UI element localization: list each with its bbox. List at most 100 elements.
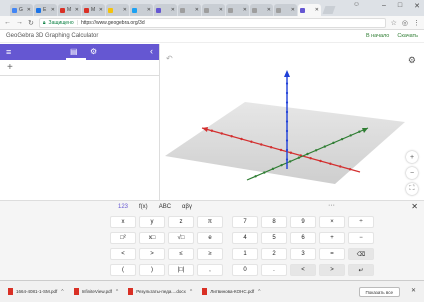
algebra-view-icon[interactable]: ▤ — [70, 47, 78, 56]
keyboard-key[interactable]: 6 — [290, 232, 316, 244]
keyboard-key[interactable]: ) — [139, 264, 165, 276]
chevron-up-icon[interactable]: ^ — [116, 289, 118, 295]
keyboard-tab-numbers[interactable]: 123 — [118, 204, 128, 210]
browser-tab[interactable]: M ✕ — [82, 4, 105, 16]
home-link[interactable]: В начало — [366, 33, 389, 39]
keyboard-key[interactable]: 1 — [232, 248, 258, 260]
extension-icon[interactable]: ◎ — [402, 19, 408, 27]
tab-close-icon[interactable]: ✕ — [243, 7, 247, 13]
keyboard-key[interactable]: z — [168, 216, 194, 228]
keyboard-key[interactable]: ( — [110, 264, 136, 276]
keyboard-key[interactable]: . — [261, 264, 287, 276]
keyboard-key[interactable]: ÷ — [348, 216, 374, 228]
chevron-up-icon[interactable]: ^ — [61, 289, 63, 295]
keyboard-key[interactable]: − — [348, 232, 374, 244]
tab-close-icon[interactable]: ✕ — [27, 7, 31, 13]
keyboard-key[interactable]: × — [319, 216, 345, 228]
download-item[interactable]: Литвинова-КОНС.pdf ^ — [202, 288, 260, 295]
tab-close-icon[interactable]: ✕ — [219, 7, 223, 13]
browser-tab[interactable]: ✕ — [202, 4, 225, 16]
keyboard-key[interactable]: e — [197, 232, 223, 244]
keyboard-key[interactable]: □² — [110, 232, 136, 244]
tab-close-icon[interactable]: ✕ — [147, 7, 151, 13]
keyboard-key[interactable]: x — [110, 216, 136, 228]
keyboard-key[interactable]: > — [319, 264, 345, 276]
show-all-downloads-button[interactable]: Показать все — [358, 287, 400, 297]
browser-tab[interactable]: ✕ — [298, 4, 321, 16]
browser-tab[interactable]: ✕ — [274, 4, 297, 16]
profile-icon[interactable]: ☺ — [353, 1, 360, 8]
zoom-in-button[interactable]: + — [406, 151, 418, 163]
keyboard-tab-greek[interactable]: αβγ — [182, 204, 192, 210]
keyboard-key[interactable]: > — [139, 248, 165, 260]
keyboard-key[interactable]: 4 — [232, 232, 258, 244]
tab-close-icon[interactable]: ✕ — [267, 7, 271, 13]
keyboard-tab-functions[interactable]: f(x) — [139, 204, 148, 210]
forward-arrow-icon[interactable]: → — [16, 19, 23, 26]
keyboard-key[interactable]: 5 — [261, 232, 287, 244]
3d-scene[interactable] — [160, 44, 424, 200]
keyboard-key[interactable]: 7 — [232, 216, 258, 228]
browser-tab[interactable]: ✕ — [130, 4, 153, 16]
browser-tab[interactable]: G ✕ — [10, 4, 33, 16]
keyboard-close-icon[interactable]: ✕ — [411, 202, 418, 211]
keyboard-key[interactable]: 9 — [290, 216, 316, 228]
back-arrow-icon[interactable]: ← — [4, 19, 11, 26]
browser-tab[interactable]: E ✕ — [34, 4, 57, 16]
maximize-button[interactable]: □ — [398, 2, 402, 10]
zoom-out-button[interactable]: − — [406, 167, 418, 179]
chrome-menu-icon[interactable]: ⋮ — [413, 19, 420, 27]
new-tab-button[interactable] — [322, 6, 336, 14]
browser-tab[interactable]: ✕ — [106, 4, 129, 16]
address-bar[interactable]: 🔒︎ Защищено | https://www.geogebra.org/3… — [38, 17, 386, 28]
algebra-input-row[interactable]: + — [0, 60, 159, 76]
tab-close-icon[interactable]: ✕ — [315, 7, 319, 13]
close-window-button[interactable]: ✕ — [414, 2, 420, 10]
keyboard-key[interactable]: = — [319, 248, 345, 260]
keyboard-key[interactable]: ⌫ — [348, 248, 374, 260]
keyboard-key[interactable]: < — [110, 248, 136, 260]
download-item[interactable]: 1664-4081-1-SM.pdf ^ — [8, 288, 64, 295]
keyboard-key[interactable]: < — [290, 264, 316, 276]
bookmark-star-icon[interactable]: ☆ — [391, 19, 397, 27]
chevron-up-icon[interactable]: ^ — [258, 289, 260, 295]
keyboard-key[interactable]: √□ — [168, 232, 194, 244]
keyboard-key[interactable]: x□ — [139, 232, 165, 244]
tab-close-icon[interactable]: ✕ — [171, 7, 175, 13]
browser-tab[interactable]: ✕ — [154, 4, 177, 16]
tab-close-icon[interactable]: ✕ — [123, 7, 127, 13]
tab-close-icon[interactable]: ✕ — [75, 7, 79, 13]
reload-icon[interactable]: ↻ — [28, 19, 34, 27]
graphics-3d-view[interactable]: ↶ ⚙ + − ⛶ — [160, 44, 424, 200]
fullscreen-button[interactable]: ⛶ — [406, 183, 418, 195]
keyboard-key[interactable]: + — [319, 232, 345, 244]
keyboard-key[interactable]: , — [197, 264, 223, 276]
keyboard-key[interactable]: 8 — [261, 216, 287, 228]
tab-close-icon[interactable]: ✕ — [195, 7, 199, 13]
tab-close-icon[interactable]: ✕ — [291, 7, 295, 13]
keyboard-key[interactable]: ↵ — [348, 264, 374, 276]
add-icon[interactable]: + — [7, 62, 13, 73]
keyboard-key[interactable]: ≥ — [197, 248, 223, 260]
browser-tab[interactable]: ✕ — [226, 4, 249, 16]
keyboard-key[interactable]: |□| — [168, 264, 194, 276]
keyboard-key[interactable]: y — [139, 216, 165, 228]
keyboard-key[interactable]: 2 — [261, 248, 287, 260]
tab-close-icon[interactable]: ✕ — [51, 7, 55, 13]
minimize-button[interactable]: – — [382, 2, 386, 10]
hamburger-menu-icon[interactable]: ≡ — [6, 47, 11, 57]
tools-icon[interactable]: ⚙ — [90, 47, 97, 56]
browser-tab[interactable]: M ✕ — [58, 4, 81, 16]
download-link[interactable]: Скачать — [397, 33, 418, 39]
download-item[interactable]: Результаты-педа....docx ^ — [128, 288, 192, 295]
download-item[interactable]: InfiniteView.pdf ^ — [73, 288, 118, 295]
keyboard-more-icon[interactable]: ··· — [328, 202, 335, 209]
chevron-up-icon[interactable]: ^ — [190, 289, 192, 295]
keyboard-key[interactable]: 0 — [232, 264, 258, 276]
keyboard-key[interactable]: 3 — [290, 248, 316, 260]
collapse-chevron-icon[interactable]: ‹ — [150, 46, 153, 56]
keyboard-key[interactable]: π — [197, 216, 223, 228]
close-download-bar-icon[interactable]: ✕ — [411, 287, 416, 294]
browser-tab[interactable]: ✕ — [178, 4, 201, 16]
keyboard-tab-letters[interactable]: ABC — [159, 204, 171, 210]
